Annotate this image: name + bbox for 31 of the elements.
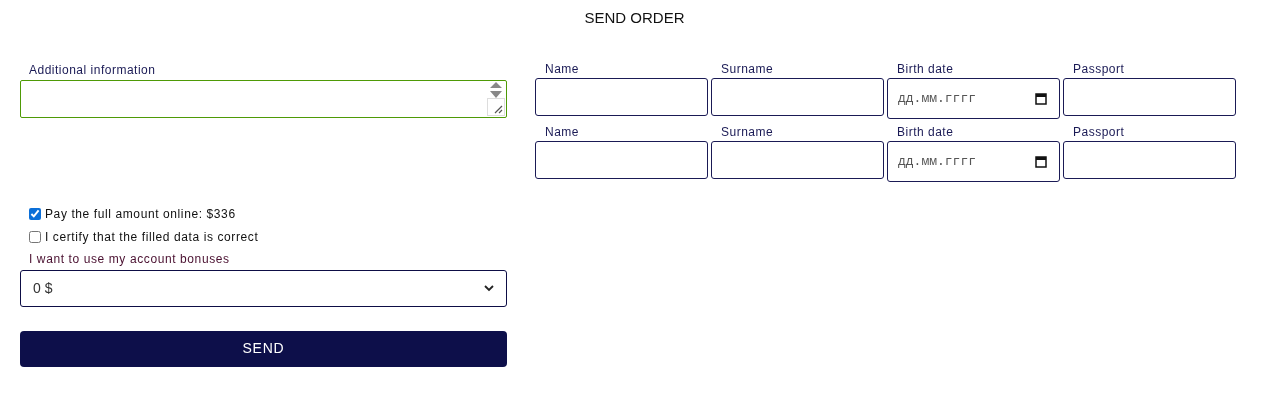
bonuses-label: I want to use my account bonuses bbox=[28, 250, 231, 268]
field-label: Passport bbox=[1072, 60, 1126, 78]
text-field[interactable] bbox=[711, 140, 884, 179]
chevron-down-icon bbox=[484, 284, 494, 292]
calendar-icon[interactable] bbox=[1035, 154, 1047, 168]
spinner-icon[interactable] bbox=[490, 81, 502, 98]
checkbox-label: I certify that the filled data is correct bbox=[45, 228, 259, 246]
text-field[interactable] bbox=[1063, 140, 1236, 179]
field-label: Name bbox=[544, 60, 580, 78]
field-label: Passport bbox=[1072, 123, 1126, 141]
resize-handle-icon[interactable] bbox=[487, 97, 505, 116]
field-label: Additional information bbox=[28, 61, 157, 79]
text-field[interactable] bbox=[1063, 77, 1236, 116]
page-title: SEND ORDER bbox=[584, 8, 685, 28]
field-label: Birth date bbox=[896, 123, 955, 141]
field-label: Surname bbox=[720, 123, 775, 141]
bonuses-select[interactable]: 0 $ bbox=[20, 269, 507, 307]
date-field[interactable]: дд.мм.гггг bbox=[887, 77, 1060, 119]
text-field[interactable] bbox=[535, 140, 708, 179]
calendar-icon[interactable] bbox=[1035, 91, 1047, 105]
checkbox-label: Pay the full amount online: $336 bbox=[45, 205, 236, 223]
field-label: Surname bbox=[720, 60, 775, 78]
checkbox[interactable] bbox=[29, 230, 41, 243]
text-field[interactable] bbox=[535, 77, 708, 116]
text-field[interactable] bbox=[711, 77, 884, 116]
send-button[interactable]: SEND bbox=[20, 330, 507, 367]
field-label: Birth date bbox=[896, 60, 955, 78]
checkbox[interactable] bbox=[29, 207, 41, 220]
field-label: Name bbox=[544, 123, 580, 141]
additional-information-field[interactable] bbox=[20, 79, 507, 118]
date-field[interactable]: дд.мм.гггг bbox=[887, 140, 1060, 182]
